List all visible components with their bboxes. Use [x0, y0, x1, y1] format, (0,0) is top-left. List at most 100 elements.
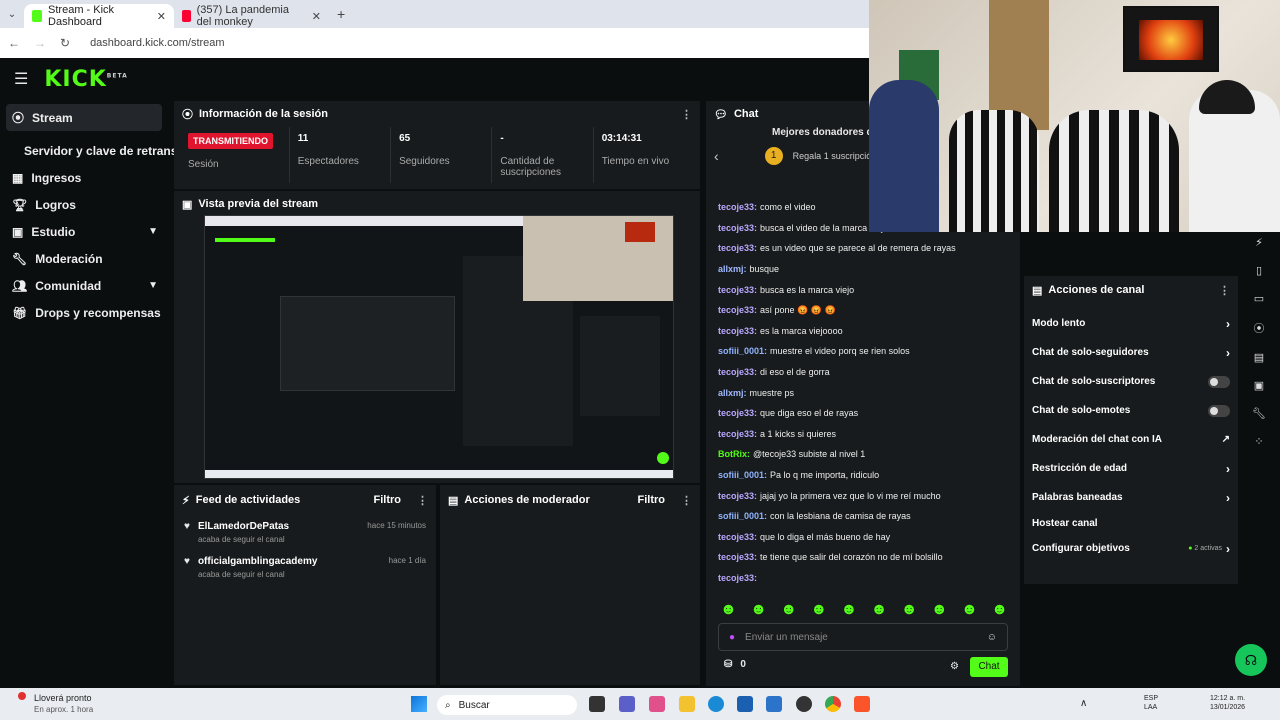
action-emotes-only[interactable]: Chat de solo-emotes [1024, 396, 1238, 425]
sidebar-item-server-key[interactable]: Servidor y clave de retransm [0, 137, 188, 164]
chat-username[interactable]: sofiii_0001: [718, 346, 767, 356]
emote-icon[interactable]: ☻ [961, 601, 978, 619]
sidebar-item-moderacion[interactable]: 🔧︎ Moderación [0, 245, 170, 272]
task-view-icon[interactable] [589, 696, 605, 712]
file-explorer-icon[interactable] [679, 696, 695, 712]
chat-username[interactable]: tecoje33: [718, 491, 757, 501]
obs-icon[interactable] [796, 696, 812, 712]
back-icon[interactable]: ← [8, 36, 20, 50]
window-icon[interactable]: ▣ [1254, 379, 1264, 392]
forward-icon[interactable]: → [34, 36, 46, 50]
broadcast-icon[interactable]: ⦿ [1254, 320, 1265, 336]
bolt-icon[interactable]: ⚡︎ [1255, 236, 1263, 249]
chat-username[interactable]: tecoje33: [718, 326, 757, 336]
gift-sub-button[interactable]: Regala 1 suscripción [793, 151, 877, 161]
subs-only-toggle[interactable] [1208, 375, 1230, 388]
chat-username[interactable]: tecoje33: [718, 408, 757, 418]
chat-username[interactable]: BotRix: [718, 449, 750, 459]
chat-username[interactable]: tecoje33: [718, 573, 757, 583]
tray-chevron-up-icon[interactable]: ∧ [1080, 698, 1087, 709]
chat-username[interactable]: tecoje33: [718, 552, 757, 562]
more-options-icon[interactable]: ⋮ [417, 494, 428, 507]
chat-username[interactable]: tecoje33: [718, 285, 757, 295]
more-options-icon[interactable]: ⋮ [1219, 284, 1230, 297]
emote-icon[interactable]: ☻ [780, 601, 797, 619]
close-tab-icon[interactable]: ✕ [312, 10, 321, 23]
more-options-icon[interactable]: ⋮ [681, 108, 692, 121]
more-options-icon[interactable]: ⋮ [681, 494, 692, 507]
settings-gear-icon[interactable]: ⚙ [950, 661, 959, 672]
action-banned-words[interactable]: Palabras baneadas › [1024, 483, 1238, 512]
emote-icon[interactable]: ☻ [810, 601, 827, 619]
emote-icon[interactable]: ☻ [901, 601, 918, 619]
filter-button[interactable]: Filtro [374, 494, 402, 506]
chat-username[interactable]: tecoje33: [718, 532, 757, 542]
teams-icon[interactable] [619, 696, 635, 712]
emoji-icon[interactable]: ☺ [987, 632, 997, 643]
reload-icon[interactable]: ↻ [60, 36, 70, 50]
emote-icon[interactable]: ☻ [991, 601, 1008, 619]
chat-username[interactable]: allxmj: [718, 388, 747, 398]
emote-icon[interactable]: ☻ [720, 601, 737, 619]
emotes-only-toggle[interactable] [1208, 404, 1230, 417]
filter-button[interactable]: Filtro [638, 494, 666, 506]
action-goals[interactable]: Configurar objetivos ● 2 activas › [1024, 534, 1238, 563]
chevron-left-icon[interactable]: ‹ [714, 148, 719, 164]
tab-youtube[interactable]: (357) La pandemia del monkey ✕ [174, 4, 329, 28]
chat-input[interactable]: ● Enviar un mensaje ☺ [718, 623, 1008, 651]
chat-username[interactable]: tecoje33: [718, 202, 757, 212]
chat-username[interactable]: tecoje33: [718, 223, 757, 233]
chat-icon[interactable]: ▭ [1254, 292, 1264, 305]
keyboard-language[interactable]: ESP LAA [1144, 694, 1158, 712]
action-host-channel[interactable]: Hostear canal [1024, 512, 1238, 534]
wrench-icon[interactable]: 🔧︎ [1252, 407, 1266, 420]
edge-icon[interactable] [708, 696, 724, 712]
tab-kick-dashboard[interactable]: Stream - Kick Dashboard ✕ [24, 4, 174, 28]
brave-icon[interactable] [854, 696, 870, 712]
sidebar-item-stream[interactable]: ⦿ Stream [6, 104, 162, 131]
microphone-icon[interactable]: ● [729, 632, 735, 643]
send-chat-button[interactable]: Chat [970, 657, 1008, 677]
action-slow-mode[interactable]: Modo lento › [1024, 309, 1238, 338]
weather-text[interactable]: Lloverá pronto [34, 693, 92, 703]
chat-username[interactable]: sofiii_0001: [718, 511, 767, 521]
action-age-restriction[interactable]: Restricción de edad › [1024, 454, 1238, 483]
chat-username[interactable]: tecoje33: [718, 305, 757, 315]
sidebar-item-estudio[interactable]: ▣ Estudio ▼ [0, 218, 170, 245]
kick-logo[interactable]: KICKBETA [44, 67, 127, 92]
new-tab-button[interactable]: + [337, 6, 345, 22]
drops-icon[interactable]: ⁘ [1254, 435, 1263, 448]
copilot-icon[interactable] [649, 696, 665, 712]
store-icon[interactable] [737, 696, 753, 712]
windows-start-icon[interactable] [411, 696, 427, 712]
chat-username[interactable]: allxmj: [718, 264, 747, 274]
action-followers-only[interactable]: Chat de solo-seguidores › [1024, 338, 1238, 367]
chat-username[interactable]: tecoje33: [718, 243, 757, 253]
emote-icon[interactable]: ☻ [750, 601, 767, 619]
stream-preview-video[interactable] [204, 215, 674, 479]
list-icon[interactable]: ▤ [1254, 351, 1264, 364]
session-info-panel: ⦿ Información de la sesión ⋮ TRANSMITIEN… [174, 101, 700, 189]
emote-icon[interactable]: ☻ [871, 601, 888, 619]
emote-icon[interactable]: ☻ [841, 601, 858, 619]
sidebar-item-logros[interactable]: 🏆︎ Logros [0, 191, 170, 218]
hamburger-menu-icon[interactable]: ☰ [14, 69, 28, 89]
chat-username[interactable]: sofiii_0001: [718, 470, 767, 480]
taskbar-search[interactable]: ⌕ Buscar [437, 695, 577, 715]
url-field[interactable]: dashboard.kick.com/stream [90, 37, 225, 49]
support-headset-icon[interactable]: ☊ [1235, 644, 1267, 676]
tab-menu-icon[interactable]: ⌄ [0, 9, 24, 20]
sidebar-item-ingresos[interactable]: ▦ Ingresos [0, 164, 170, 191]
sidebar-item-drops[interactable]: 🎁︎ Drops y recompensas [0, 299, 170, 326]
document-icon[interactable]: ▯ [1256, 264, 1262, 277]
sidebar-item-comunidad[interactable]: 👥︎ Comunidad ▼ [0, 272, 170, 299]
close-tab-icon[interactable]: ✕ [157, 10, 166, 23]
action-subs-only[interactable]: Chat de solo-suscriptores [1024, 367, 1238, 396]
clock[interactable]: 12:12 a. m. 13/01/2026 [1210, 694, 1245, 712]
chrome-icon[interactable] [825, 696, 841, 712]
emote-icon[interactable]: ☻ [931, 601, 948, 619]
mail-icon[interactable] [766, 696, 782, 712]
action-ai-moderation[interactable]: Moderación del chat con IA ↗ [1024, 425, 1238, 454]
chat-username[interactable]: tecoje33: [718, 429, 757, 439]
chat-username[interactable]: tecoje33: [718, 367, 757, 377]
